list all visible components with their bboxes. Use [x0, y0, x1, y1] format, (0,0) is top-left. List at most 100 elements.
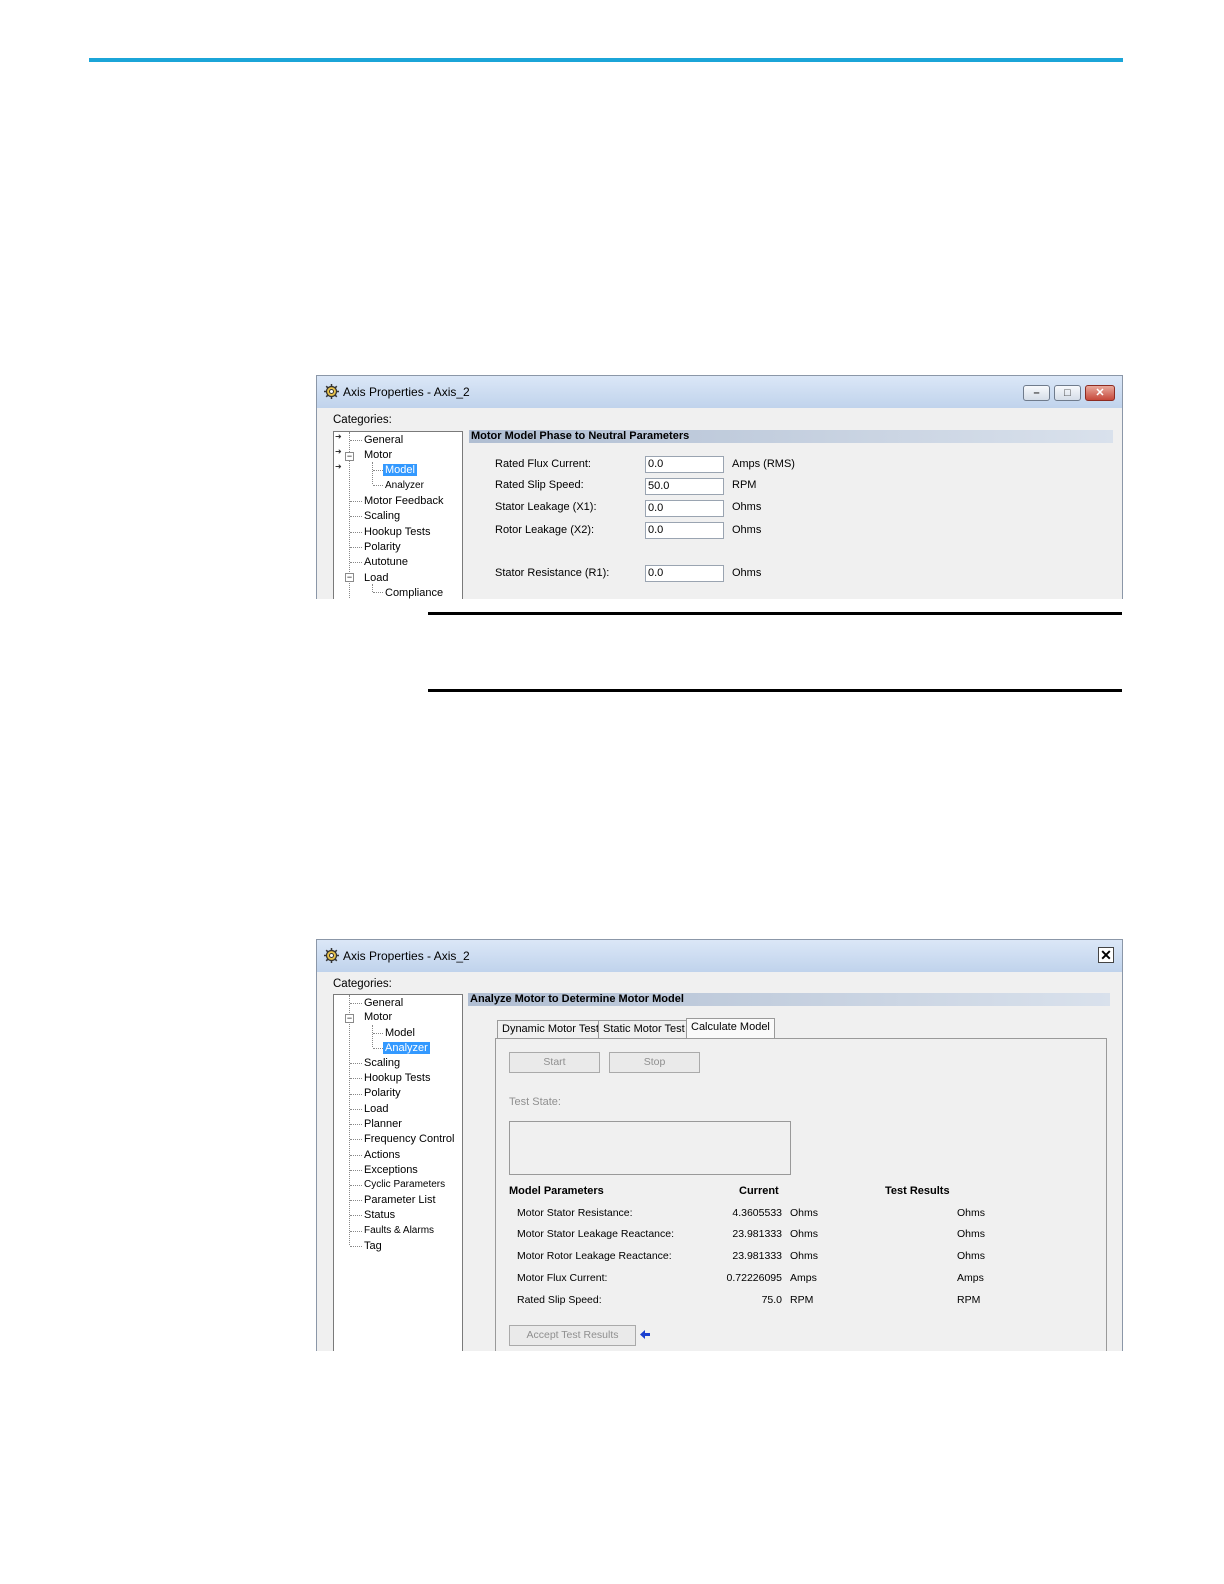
tree-item-analyzer[interactable]: Analyzer [383, 479, 426, 493]
row-current: 23.981333 [732, 1228, 782, 1240]
close-icon: ✕ [1100, 947, 1112, 963]
header-rule [89, 58, 1123, 62]
collapse-icon[interactable]: − [345, 573, 354, 582]
row-name: Motor Stator Resistance: [517, 1207, 633, 1219]
tree-item-faults-alarms[interactable]: Faults & Alarms [362, 1224, 436, 1238]
window-title: Axis Properties - Axis_2 [343, 949, 470, 963]
row-current: 23.981333 [732, 1250, 782, 1262]
tree-item-motor[interactable]: Motor [362, 1010, 394, 1024]
row-name: Motor Flux Current: [517, 1272, 608, 1284]
category-tree: ➜ ➜ ➜ − − General Motor Model Analyzer M… [333, 431, 463, 599]
tree-item-planner[interactable]: Planner [362, 1117, 404, 1131]
tree-item-hookup-tests[interactable]: Hookup Tests [362, 525, 432, 539]
tab-dynamic-motor-test[interactable]: Dynamic Motor Test [497, 1020, 604, 1038]
unit-label: Ohms [732, 501, 762, 513]
category-tree: − General Motor Model Analyzer Scaling H… [333, 994, 463, 1351]
tree-item-scaling[interactable]: Scaling [362, 509, 402, 523]
tree-item-status[interactable]: Status [362, 1208, 397, 1222]
note-rule-bottom [428, 689, 1122, 692]
window-title: Axis Properties - Axis_2 [343, 385, 470, 399]
maximize-icon: □ [1064, 387, 1071, 399]
row-unit: Amps [790, 1272, 817, 1284]
unit-label: Ohms [732, 567, 762, 579]
tree-item-hookup-tests[interactable]: Hookup Tests [362, 1071, 432, 1085]
row-unit: RPM [790, 1294, 814, 1306]
tree-item-compliance[interactable]: Compliance [383, 586, 445, 599]
tree-item-scaling[interactable]: Scaling [362, 1056, 402, 1070]
tree-item-exceptions[interactable]: Exceptions [362, 1163, 420, 1177]
stator-resistance-field[interactable]: 0.0 [645, 565, 724, 582]
tree-item-general[interactable]: General [362, 996, 405, 1010]
tree-item-model[interactable]: Model [383, 463, 417, 477]
tree-item-actions[interactable]: Actions [362, 1148, 402, 1162]
categories-label: Categories: [333, 414, 392, 426]
row-name: Rated Slip Speed: [517, 1294, 602, 1306]
stator-leakage-field[interactable]: 0.0 [645, 500, 724, 517]
tree-item-parameter-list[interactable]: Parameter List [362, 1193, 438, 1207]
stop-button[interactable]: Stop [609, 1052, 700, 1073]
close-button[interactable]: ✕ [1098, 947, 1114, 963]
tree-item-load[interactable]: Load [362, 1102, 390, 1116]
tree-item-motor[interactable]: Motor [362, 448, 394, 462]
row-result-unit: Ohms [957, 1207, 986, 1219]
row-result-unit: Amps [957, 1272, 984, 1284]
row-current: 0.72226095 [726, 1272, 782, 1284]
close-icon: ✕ [1095, 387, 1105, 399]
tab-calculate-model[interactable]: Calculate Model [686, 1018, 775, 1039]
tree-item-polarity[interactable]: Polarity [362, 540, 403, 554]
note-rule-top [428, 612, 1122, 615]
section-header: Motor Model Phase to Neutral Parameters [469, 430, 1113, 443]
axis-properties-dialog-analyzer: Axis Properties - Axis_2 ✕ Categories: −… [316, 939, 1123, 1351]
section-header: Analyze Motor to Determine Motor Model [468, 993, 1110, 1006]
row-result-unit: Ohms [957, 1250, 986, 1262]
title-bar[interactable]: Axis Properties - Axis_2 – □ ✕ [317, 376, 1122, 408]
model-parameters-header: Model Parameters [509, 1185, 604, 1197]
gear-icon [324, 384, 339, 399]
rotor-leakage-field[interactable]: 0.0 [645, 522, 724, 539]
minimize-icon: – [1033, 387, 1040, 399]
tree-item-cyclic-parameters[interactable]: Cyclic Parameters [362, 1178, 447, 1192]
tree-item-load[interactable]: Load [362, 571, 390, 585]
row-current: 75.0 [761, 1294, 782, 1306]
start-button[interactable]: Start [509, 1052, 600, 1073]
maximize-button[interactable]: □ [1054, 385, 1081, 401]
minimize-button[interactable]: – [1023, 385, 1050, 401]
collapse-icon[interactable]: − [345, 1014, 354, 1023]
field-label: Stator Leakage (X1): [495, 501, 597, 513]
collapse-icon[interactable]: − [345, 452, 354, 461]
title-bar[interactable]: Axis Properties - Axis_2 ✕ [317, 940, 1122, 972]
categories-label: Categories: [333, 978, 392, 990]
close-button[interactable]: ✕ [1085, 385, 1115, 401]
arrow-icon: ➜ [335, 462, 342, 471]
gear-icon [324, 948, 339, 963]
tree-item-frequency-control[interactable]: Frequency Control [362, 1132, 457, 1146]
tree-item-tag[interactable]: Tag [362, 1239, 384, 1253]
field-label: Rated Flux Current: [495, 458, 591, 470]
tree-item-general[interactable]: General [362, 433, 405, 447]
row-unit: Ohms [790, 1207, 819, 1219]
rated-flux-current-field[interactable]: 0.0 [645, 456, 724, 473]
tree-item-analyzer[interactable]: Analyzer [383, 1041, 430, 1055]
arrow-left-icon [640, 1330, 650, 1339]
row-name: Motor Rotor Leakage Reactance: [517, 1250, 672, 1262]
arrow-icon: ➜ [335, 447, 342, 456]
row-unit: Ohms [790, 1250, 819, 1262]
test-results-header: Test Results [885, 1185, 950, 1197]
unit-label: Ohms [732, 524, 762, 536]
tree-item-autotune[interactable]: Autotune [362, 555, 410, 569]
axis-properties-dialog-model: Axis Properties - Axis_2 – □ ✕ Categorie… [316, 375, 1123, 599]
tree-item-polarity[interactable]: Polarity [362, 1086, 403, 1100]
tab-static-motor-test[interactable]: Static Motor Test [598, 1020, 690, 1038]
accept-test-results-button[interactable]: Accept Test Results [509, 1325, 636, 1346]
unit-label: Amps (RMS) [732, 458, 795, 470]
current-header: Current [739, 1185, 779, 1197]
test-state-box [509, 1121, 791, 1175]
rated-slip-speed-field[interactable]: 50.0 [645, 478, 724, 495]
field-label: Stator Resistance (R1): [495, 567, 610, 579]
tree-item-model[interactable]: Model [383, 1026, 417, 1040]
arrow-icon: ➜ [335, 432, 342, 441]
tree-item-motor-feedback[interactable]: Motor Feedback [362, 494, 445, 508]
test-state-label: Test State: [509, 1096, 561, 1108]
row-result-unit: Ohms [957, 1228, 986, 1240]
field-label: Rated Slip Speed: [495, 479, 584, 491]
